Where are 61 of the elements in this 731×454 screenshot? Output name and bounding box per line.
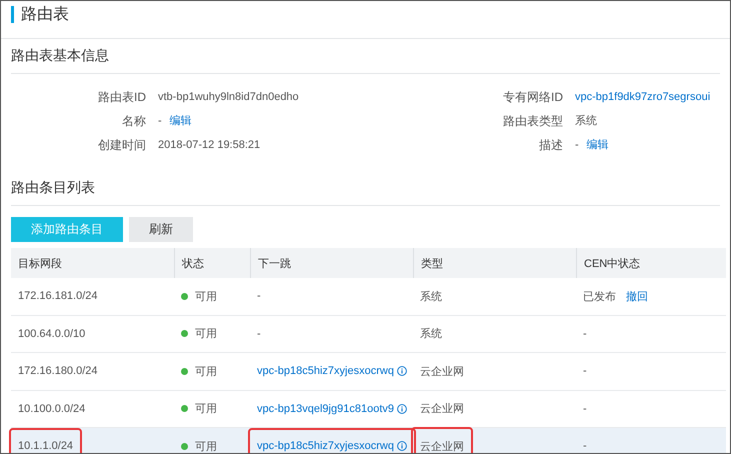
destination-cell: 172.16.180.0/24 [18,365,98,378]
status-text: 可用 [195,402,217,416]
field-value: 2018-07-12 19:58:21 [158,138,260,152]
field-value: 系统 [575,114,597,128]
next-hop-link[interactable]: vpc-bp13vqel9jg91c81ootv9 [257,402,394,415]
status-text: 可用 [195,327,217,342]
field-label: 路由表ID [97,90,146,104]
cen-status-cell: - [583,402,587,415]
revoke-link[interactable]: 撤回 [626,288,648,304]
next-hop-cell: - [257,290,261,302]
section-heading: 路由条目列表 [11,179,95,195]
destination-cell: 172.16.181.0/24 [18,290,98,302]
type-cell-text: 云企业网 [420,440,464,453]
refresh-button[interactable]: 刷新 [129,217,193,242]
status-dot-icon [181,330,188,338]
type-cell-text: 系统 [420,326,442,342]
field-value: - [575,138,579,152]
type-cell-text: 云企业网 [420,402,464,416]
next-hop-cell: - [257,328,261,340]
column-header: 类型 [421,256,443,270]
cen-status-cell-text: 已发布 [583,290,616,304]
status-dot-icon [181,405,188,412]
edit-link[interactable]: 编辑 [586,138,609,152]
next-hop-link[interactable]: vpc-bp18c5hiz7xyjesxocrwq [257,365,394,378]
status-text: 可用 [195,364,217,379]
info-icon[interactable] [396,441,407,452]
field-label: 路由表类型 [502,114,563,128]
field-label: 创建时间 [97,138,146,152]
cen-status-cell: - [583,440,587,452]
cen-status-cell: - [583,365,587,378]
destination-cell: 100.64.0.0/10 [18,328,86,340]
table-row[interactable]: 172.16.181.0/24 可用 - 系统 已发布 撤回 [11,278,726,316]
destination-cell: 10.100.0.0/24 [18,402,86,415]
column-header: 下一跳 [258,256,291,270]
status-text: 可用 [195,440,217,453]
section-heading: 路由表基本信息 [11,47,109,63]
status-text: 可用 [195,290,217,304]
page-title: 路由表 [11,6,69,23]
column-header: 目标网段 [18,256,62,270]
cen-status-cell: - [583,328,587,340]
next-hop-link[interactable]: vpc-bp18c5hiz7xyjesxocrwq [257,440,394,452]
table-row[interactable]: 100.64.0.0/10 可用 - 系统 - [11,316,726,353]
table-row[interactable]: 172.16.180.0/24 可用 vpc-bp18c5hiz7xyjesxocrwq 云企业网 - [11,353,726,390]
column-header: CEN中状态 [584,256,640,270]
field-label: 名称 [121,114,146,128]
destination-cell: 10.1.1.0/24 [18,440,74,452]
column-header: 状态 [182,256,204,270]
type-cell-text: 云企业网 [420,364,464,379]
info-icon[interactable] [396,366,407,376]
info-icon[interactable] [397,404,407,414]
status-dot-icon [181,442,188,450]
table-row[interactable]: 10.1.1.0/24 可用 vpc-bp18c5hiz7xyjesxocrwq 云企业网 - [11,428,726,453]
field-label: 专有网络ID [502,90,563,104]
type-cell-text: 系统 [420,290,442,304]
field-value: - [158,114,162,128]
field-link[interactable]: vpc-bp1f9dk97zro7segrsoui [575,90,710,104]
status-dot-icon [181,368,188,375]
field-value: vtb-bp1wuhy9ln8id7dn0edho [158,90,299,104]
status-dot-icon [181,292,188,300]
field-label: 描述 [538,138,563,152]
edit-link[interactable]: 编辑 [170,114,192,128]
